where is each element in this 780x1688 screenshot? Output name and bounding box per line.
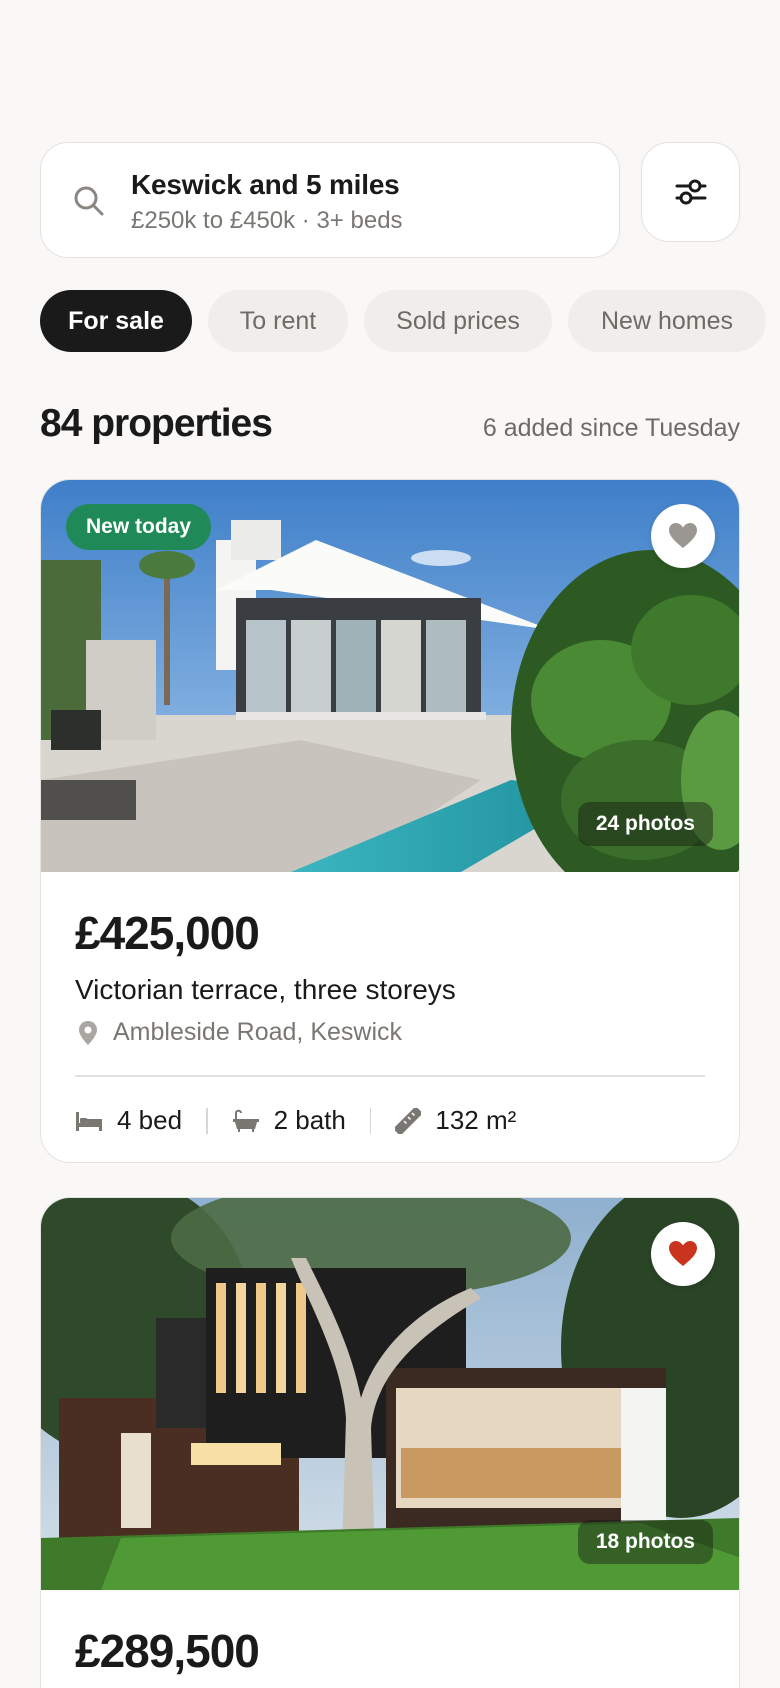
listing-price: £425,000 — [75, 907, 260, 959]
tab-new-homes[interactable]: New homes — [568, 290, 766, 352]
listing-card[interactable]: 18 photos £289,500 — [40, 1197, 740, 1688]
listing-price: £289,500 — [75, 1625, 260, 1677]
listing-address: Ambleside Road, Keswick — [113, 1018, 403, 1046]
beds-count: 4 bed — [117, 1105, 183, 1135]
listing-title: Victorian terrace, three storeys — [75, 974, 456, 1005]
beds-feature: 4 bed — [75, 1105, 182, 1136]
tab-sold-prices[interactable]: Sold prices — [364, 290, 552, 352]
photo-count-badge: 18 photos — [577, 1520, 713, 1564]
heart-outline-icon — [669, 523, 697, 548]
search-icon — [74, 186, 104, 216]
listing-photo[interactable]: New today 24 photos — [41, 480, 739, 872]
results-new-since: 6 added since Tuesday — [482, 414, 740, 442]
new-today-badge: New today — [66, 504, 212, 550]
favorite-button[interactable] — [651, 504, 715, 568]
ruler-icon — [395, 1107, 422, 1134]
tab-to-rent[interactable]: To rent — [208, 290, 348, 352]
baths-feature: 2 bath — [232, 1105, 346, 1136]
photo-count-badge: 24 photos — [577, 802, 713, 846]
search-criteria: £250k to £450k · 3+ beds — [131, 207, 403, 234]
search-box[interactable]: Keswick and 5 miles £250k to £450k · 3+ … — [40, 142, 620, 258]
location-pin-icon — [79, 1020, 97, 1045]
sliders-icon — [675, 179, 706, 205]
heart-filled-icon — [669, 1241, 697, 1266]
feature-separator — [369, 1107, 372, 1134]
feature-separator — [206, 1107, 208, 1134]
listing-card[interactable]: New today 24 photos £425,000 Victorian t… — [40, 479, 740, 1163]
results-count: 84 properties — [40, 402, 273, 445]
filter-button[interactable] — [641, 142, 740, 242]
baths-count: 2 bath — [273, 1105, 346, 1135]
listing-type-tabs: For sale To rent Sold prices New homes — [40, 290, 780, 352]
favorite-button[interactable] — [651, 1222, 715, 1286]
listing-features: 4 bed 2 bath 132 m² — [75, 1077, 705, 1163]
listing-address-row: Ambleside Road, Keswick — [75, 1018, 705, 1047]
search-row: Keswick and 5 miles £250k to £450k · 3+ … — [40, 142, 740, 258]
bath-icon — [232, 1109, 259, 1132]
search-location: Keswick and 5 miles — [131, 169, 400, 200]
tab-for-sale[interactable]: For sale — [40, 290, 192, 352]
listing-photo[interactable]: 18 photos — [41, 1198, 739, 1590]
area-size: 132 m² — [435, 1105, 517, 1135]
bed-icon — [76, 1111, 102, 1131]
area-feature: 132 m² — [395, 1105, 516, 1136]
